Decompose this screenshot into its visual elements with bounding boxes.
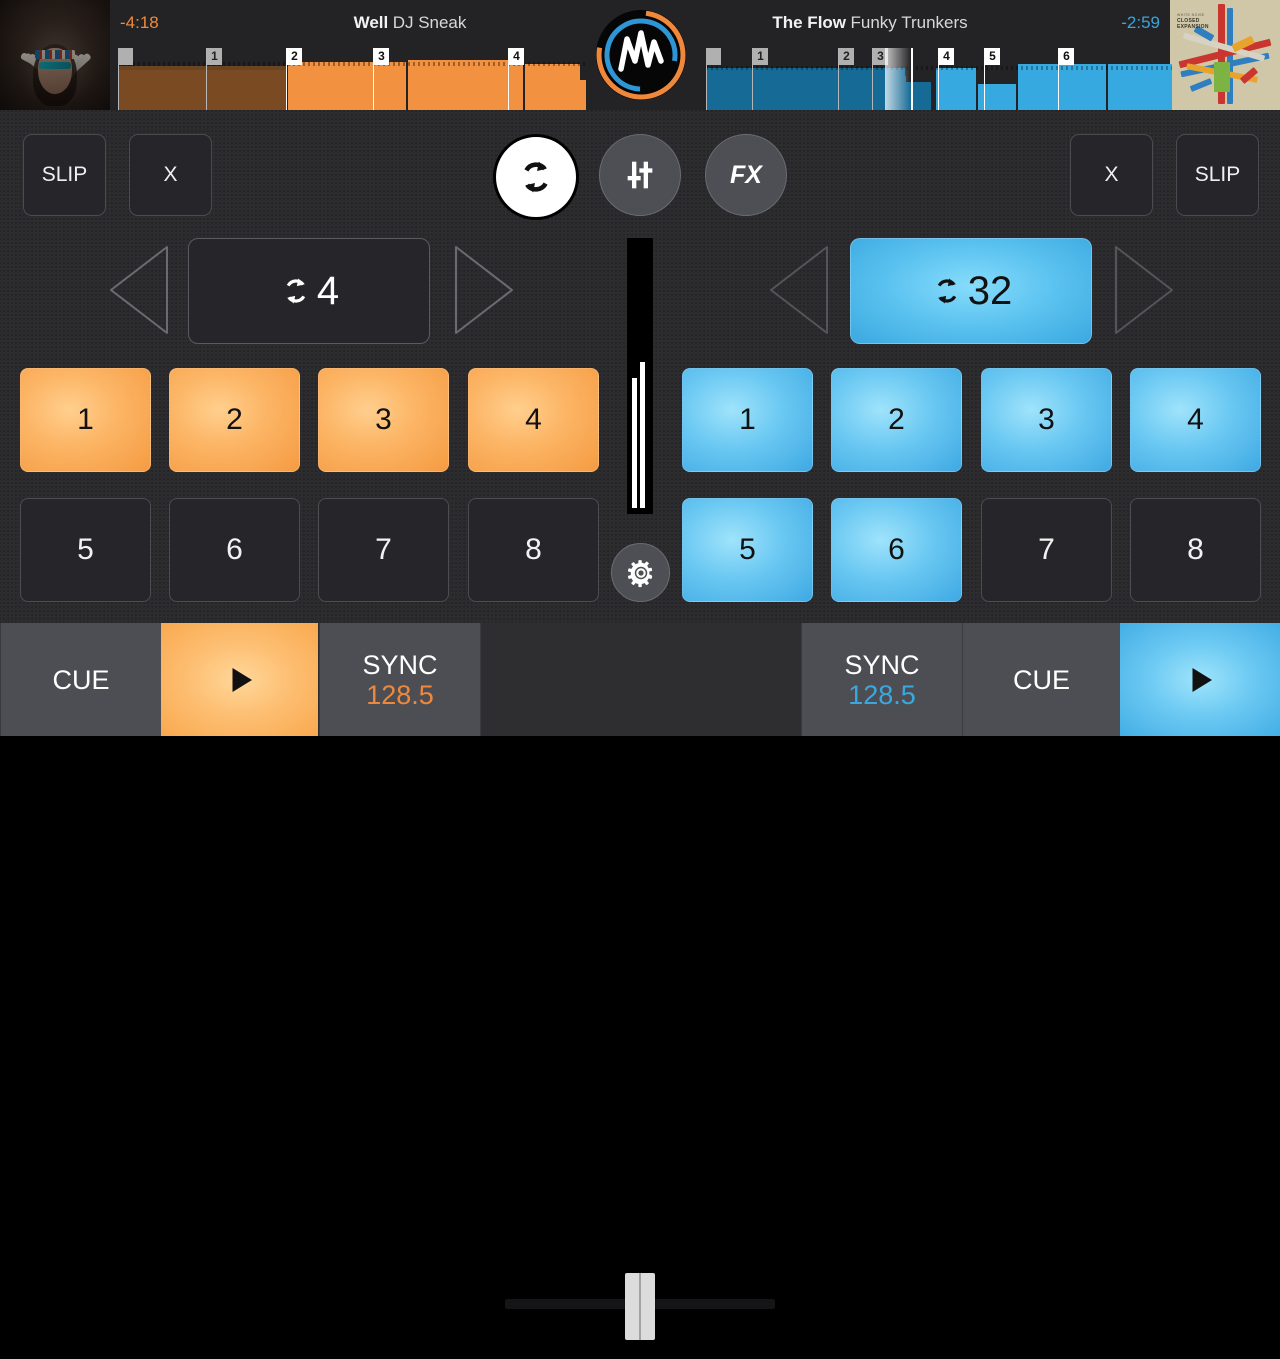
cue-pad-left-2[interactable]: 2 — [169, 368, 300, 472]
waveform-marker: 4 — [509, 48, 524, 65]
track-info-left: Well DJ Sneak — [240, 0, 580, 46]
loop-double-button-right[interactable] — [1108, 243, 1178, 337]
play-icon — [232, 667, 252, 692]
waveform-marker: 1 — [207, 48, 222, 65]
cue-pad-left-8[interactable]: 8 — [468, 498, 599, 602]
waveform-marker: 2 — [287, 48, 302, 65]
mixer-sliders-icon — [627, 161, 653, 189]
waveform-marker: 5 — [985, 48, 1000, 65]
album-art-subtitle: WHITE NOISE — [1177, 13, 1205, 17]
waveform-logo — [595, 9, 687, 101]
transport-bar: CUE SYNC 128.5 SYNC 128.5 CUE — [0, 623, 1280, 1340]
crossfader[interactable] — [480, 1246, 800, 1359]
album-art-right[interactable]: WHITE NOISE CLOSED EXPANSION — [1170, 0, 1280, 110]
x-button-right[interactable]: X — [1070, 134, 1153, 216]
loop-length-display-left[interactable]: 4 — [188, 238, 430, 344]
play-button-left[interactable] — [161, 623, 318, 736]
loop-halve-button-left[interactable] — [105, 243, 175, 337]
waveform-marker-start — [706, 48, 721, 65]
waveform-marker: 2 — [839, 48, 854, 65]
sync-button-left[interactable]: SYNC 128.5 — [319, 623, 481, 736]
album-art-caption: WHITE NOISE CLOSED EXPANSION — [1177, 12, 1209, 30]
mixer-button[interactable] — [599, 134, 681, 216]
waveform-marker-start — [118, 48, 133, 65]
sync-button-left-label: SYNC — [362, 649, 438, 680]
waveform-right[interactable]: 1 2 3 4 5 6 — [706, 48, 1172, 110]
album-art-left[interactable] — [0, 0, 110, 110]
cue-pad-right-1[interactable]: 1 — [682, 368, 813, 472]
play-button-right[interactable] — [1120, 623, 1280, 736]
waveform-header: -4:18 Well DJ Sneak The Flow Funky Trunk… — [0, 0, 1280, 110]
waveform-marker: 4 — [939, 48, 954, 65]
loop-toggle-icon — [524, 161, 548, 193]
cue-pad-right-8[interactable]: 8 — [1130, 498, 1261, 602]
loop-icon — [286, 278, 306, 304]
cue-pad-right-2[interactable]: 2 — [831, 368, 962, 472]
gear-icon — [627, 559, 652, 587]
track-artist-left: DJ Sneak — [392, 13, 467, 32]
loop-length-value-left: 4 — [316, 269, 340, 313]
slip-button-left[interactable]: SLIP — [23, 134, 106, 216]
track-info-right: The Flow Funky Trunkers — [660, 0, 1080, 46]
waveform-marker: 6 — [1059, 48, 1074, 65]
loop-double-button-left[interactable] — [448, 243, 518, 337]
cue-pad-right-7[interactable]: 7 — [981, 498, 1112, 602]
x-button-left[interactable]: X — [129, 134, 212, 216]
track-artist-right: Funky Trunkers — [850, 13, 968, 32]
album-art-line2: EXPANSION — [1177, 24, 1209, 30]
bpm-value-right: 128.5 — [848, 679, 916, 710]
cue-pad-right-6[interactable]: 6 — [831, 498, 962, 602]
sync-button-right[interactable]: SYNC 128.5 — [801, 623, 963, 736]
cue-pad-right-4[interactable]: 4 — [1130, 368, 1261, 472]
cue-pad-right-3[interactable]: 3 — [981, 368, 1112, 472]
bpm-value-left: 128.5 — [366, 679, 434, 710]
sync-button-right-label: SYNC — [844, 649, 920, 680]
crossfader-handle[interactable] — [625, 1273, 655, 1340]
waveform-marker: 3 — [374, 48, 389, 65]
cue-button-right-label: CUE — [1012, 664, 1070, 695]
cue-pad-left-6[interactable]: 6 — [169, 498, 300, 602]
cue-pad-left-7[interactable]: 7 — [318, 498, 449, 602]
fx-button[interactable]: FX — [705, 134, 787, 216]
playhead-right — [911, 48, 913, 110]
waveform-left[interactable]: 1 2 3 4 — [118, 48, 586, 110]
master-level-meter — [627, 238, 653, 514]
cue-button-left-label: CUE — [52, 664, 110, 695]
cue-pad-right-5[interactable]: 5 — [682, 498, 813, 602]
settings-button[interactable] — [611, 543, 670, 602]
loop-toggle-button[interactable] — [493, 134, 579, 220]
loop-halve-button-right[interactable] — [765, 243, 835, 337]
track-title-left: Well — [353, 13, 389, 32]
loop-length-value-right: 32 — [967, 269, 1013, 313]
track-title-right: The Flow — [772, 13, 847, 32]
time-remaining-right: -2:59 — [1121, 13, 1160, 32]
slip-button-right[interactable]: SLIP — [1176, 134, 1259, 216]
cue-pad-left-5[interactable]: 5 — [20, 498, 151, 602]
waveform-marker: 1 — [753, 48, 768, 65]
cue-pad-left-4[interactable]: 4 — [468, 368, 599, 472]
loop-length-display-right[interactable]: 32 — [850, 238, 1092, 344]
dj-app-root: -4:18 Well DJ Sneak The Flow Funky Trunk… — [0, 0, 1280, 1340]
cue-pad-left-1[interactable]: 1 — [20, 368, 151, 472]
loop-icon — [937, 278, 956, 304]
cue-button-left[interactable]: CUE — [0, 623, 162, 736]
play-icon — [1192, 667, 1212, 692]
time-remaining-left: -4:18 — [120, 13, 159, 32]
cue-button-right[interactable]: CUE — [962, 623, 1121, 736]
cue-pad-left-3[interactable]: 3 — [318, 368, 449, 472]
